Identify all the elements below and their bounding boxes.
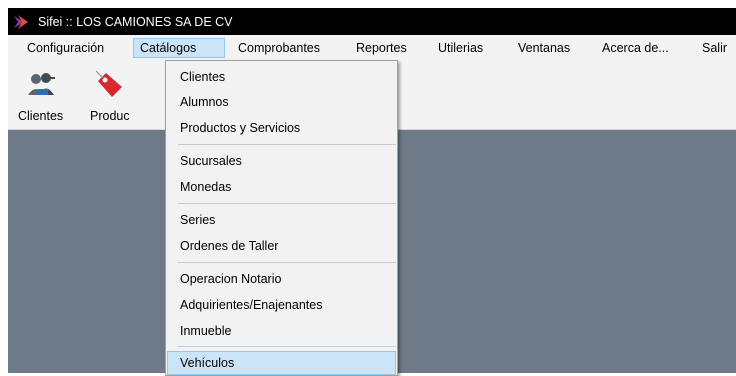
clientes-toolbar-button[interactable]: Clientes (18, 69, 63, 127)
menu-comprobantes[interactable]: Comprobantes (232, 38, 326, 58)
price-tag-icon (95, 70, 122, 97)
menu-item-clientes[interactable]: Clientes (167, 65, 396, 89)
window-title: Sifei :: LOS CAMIONES SA DE CV (38, 14, 233, 29)
menu-ventanas[interactable]: Ventanas (512, 38, 576, 58)
menu-item-inmueble[interactable]: Inmueble (167, 319, 396, 343)
menu-configuracion[interactable]: Configuración (21, 38, 110, 58)
menu-separator (178, 203, 396, 204)
menu-item-alumnos[interactable]: Alumnos (167, 90, 396, 114)
menu-reportes[interactable]: Reportes (350, 38, 413, 58)
menu-acerca-de[interactable]: Acerca de... (596, 38, 675, 58)
menu-catalogos[interactable]: Catálogos (133, 38, 225, 58)
window-left-edge (0, 0, 8, 373)
menu-item-adquirientes-enajenantes[interactable]: Adquirientes/Enajenantes (167, 293, 396, 317)
menu-bar: Configuración Catálogos Comprobantes Rep… (8, 35, 736, 61)
menu-separator (178, 144, 396, 145)
menu-item-productos-y-servicios[interactable]: Productos y Servicios (167, 116, 396, 140)
menu-salir[interactable]: Salir (696, 38, 733, 58)
menu-item-sucursales[interactable]: Sucursales (167, 149, 396, 173)
users-icon (27, 73, 55, 95)
menu-item-ordenes-de-taller[interactable]: Ordenes de Taller (167, 234, 396, 258)
menu-separator (178, 346, 396, 347)
productos-toolbar-button[interactable]: Produc (90, 69, 130, 127)
menu-item-operacion-notario[interactable]: Operacion Notario (167, 267, 396, 291)
toolbar-button-label: Clientes (18, 109, 64, 123)
menu-separator (178, 262, 396, 263)
menu-item-series[interactable]: Series (167, 208, 396, 232)
menu-utilerias[interactable]: Utilerias (432, 38, 489, 58)
menu-item-monedas[interactable]: Monedas (167, 175, 396, 199)
toolbar-button-label: Produc (90, 109, 130, 123)
catalogos-dropdown-menu: Clientes Alumnos Productos y Servicios S… (165, 60, 398, 376)
title-bar: Sifei :: LOS CAMIONES SA DE CV (8, 8, 736, 35)
app-logo-icon (14, 14, 28, 29)
menu-item-vehiculos[interactable]: Vehículos (167, 351, 396, 375)
